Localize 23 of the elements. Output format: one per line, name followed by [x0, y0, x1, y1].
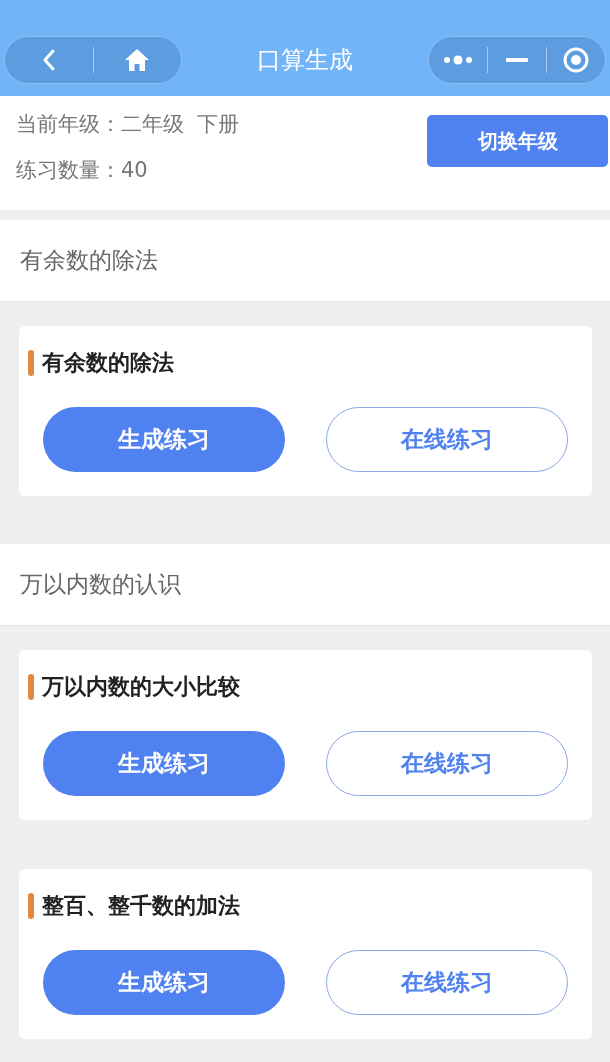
home-icon: [124, 48, 151, 72]
online-practice-button[interactable]: 在线练习: [326, 950, 568, 1015]
generate-button[interactable]: 生成练习: [43, 407, 285, 472]
generate-button[interactable]: 生成练习: [43, 950, 285, 1015]
back-icon: [41, 48, 56, 72]
online-practice-button[interactable]: 在线练习: [326, 731, 568, 796]
accent-bar: [28, 350, 34, 376]
section-title: 万以内数的认识: [0, 544, 610, 626]
minimize-icon: [506, 58, 528, 62]
exercise-title: 整百、整千数的加法: [42, 892, 240, 920]
accent-bar: [28, 893, 34, 919]
exercise-title: 有余数的除法: [42, 349, 174, 377]
count-label: 练习数量：40: [16, 157, 149, 184]
accent-bar: [28, 674, 34, 700]
exercise-title: 万以内数的大小比较: [42, 673, 240, 701]
grade-label: 当前年级：二年级 下册: [16, 111, 240, 138]
more-icon: [443, 55, 473, 65]
switch-grade-button[interactable]: 切换年级: [427, 115, 608, 167]
close-icon: [563, 47, 589, 73]
generate-button[interactable]: 生成练习: [43, 731, 285, 796]
online-practice-button[interactable]: 在线练习: [326, 407, 568, 472]
section-title: 有余数的除法: [0, 220, 610, 302]
page-title: 口算生成: [257, 45, 353, 76]
